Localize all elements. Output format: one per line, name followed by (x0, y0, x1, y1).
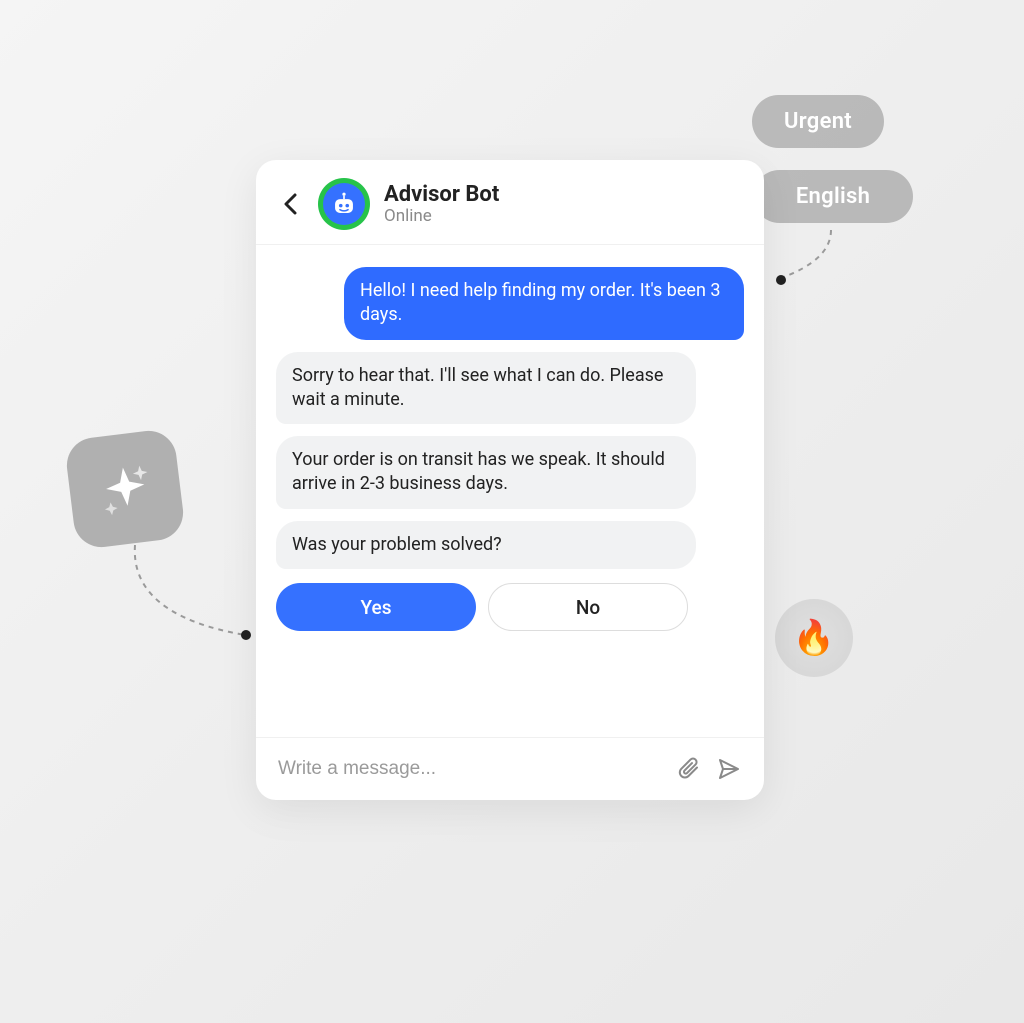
options-row: Yes No (276, 583, 744, 631)
option-no-button[interactable]: No (488, 583, 688, 631)
message-bot: Was your problem solved? (276, 521, 696, 569)
send-button[interactable] (716, 756, 742, 782)
chat-header: Advisor Bot Online (256, 160, 764, 245)
fire-badge: 🔥 (775, 599, 853, 677)
connector-dot-right (776, 275, 786, 285)
bot-icon (331, 191, 357, 217)
chevron-left-icon (283, 193, 297, 215)
back-button[interactable] (276, 190, 304, 218)
sparkle-icon (94, 458, 155, 519)
chat-footer (256, 737, 764, 800)
badge-urgent: Urgent (752, 95, 884, 148)
connector-dot-left (241, 630, 251, 640)
attach-button[interactable] (676, 756, 702, 782)
connector-left (130, 545, 250, 640)
avatar (318, 178, 370, 230)
message-bot: Sorry to hear that. I'll see what I can … (276, 352, 696, 425)
sparkle-tile (64, 428, 187, 551)
bot-name: Advisor Bot (384, 182, 499, 207)
message-input[interactable] (278, 758, 662, 780)
option-yes-button[interactable]: Yes (276, 583, 476, 631)
message-user: Hello! I need help finding my order. It'… (344, 267, 744, 340)
connector-right (781, 230, 841, 280)
bot-status: Online (384, 206, 499, 226)
chat-window: Advisor Bot Online Hello! I need help fi… (256, 160, 764, 800)
badge-english: English (753, 170, 913, 223)
send-icon (717, 757, 741, 781)
paperclip-icon (677, 757, 701, 781)
chat-body: Hello! I need help finding my order. It'… (256, 245, 764, 737)
message-bot: Your order is on transit has we speak. I… (276, 436, 696, 509)
